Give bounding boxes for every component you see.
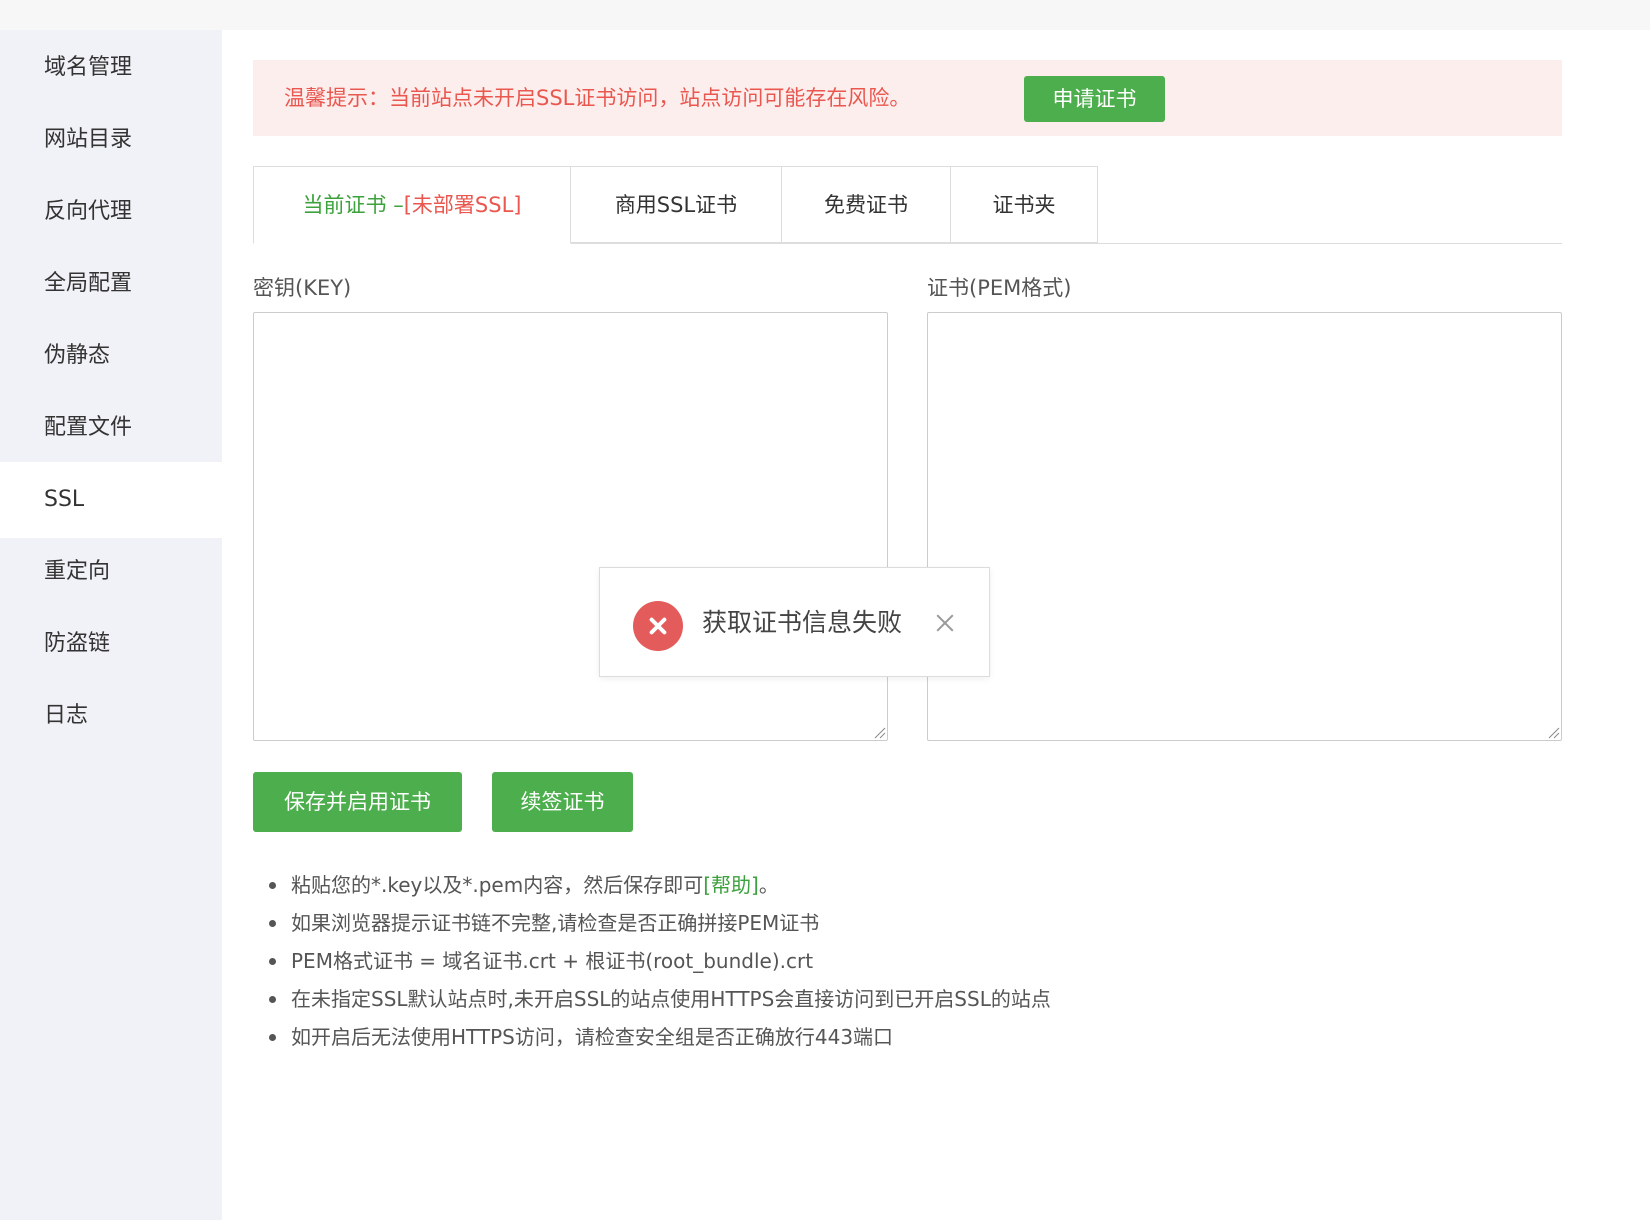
tab-current-certificate[interactable]: 当前证书 –[未部署SSL] [253, 166, 571, 244]
sidebar-item-config-file[interactable]: 配置文件 [0, 390, 222, 466]
help-link[interactable]: [帮助] [703, 873, 759, 897]
sidebar: 域名管理 网站目录 反向代理 全局配置 伪静态 配置文件 SSL 重定向 防盗链… [0, 30, 222, 1220]
sidebar-item-ssl[interactable]: SSL [0, 462, 222, 538]
key-label: 密钥(KEY) [253, 276, 352, 300]
close-icon[interactable] [934, 612, 956, 634]
tip-text: 粘贴您的*.key以及*.pem内容，然后保存即可 [291, 873, 704, 897]
resize-grip-icon[interactable] [1548, 727, 1560, 739]
tab-status: [未部署SSL] [403, 193, 522, 217]
tab-commercial-ssl[interactable]: 商用SSL证书 [570, 166, 782, 243]
list-item: 如开启后无法使用HTTPS访问，请检查安全组是否正确放行443端口 [269, 1018, 1051, 1056]
sidebar-item-rewrite[interactable]: 伪静态 [0, 318, 222, 394]
tab-label: 当前证书 – [302, 193, 404, 217]
error-circle-icon [633, 601, 683, 651]
top-header-strip [0, 0, 1650, 30]
sidebar-item-global-config[interactable]: 全局配置 [0, 246, 222, 322]
tab-certificate-folder[interactable]: 证书夹 [950, 166, 1098, 243]
ssl-warning-alert: 温馨提示：当前站点未开启SSL证书访问，站点访问可能存在风险。 申请证书 [253, 60, 1562, 136]
cert-textarea[interactable] [927, 312, 1562, 741]
sidebar-item-redirect[interactable]: 重定向 [0, 534, 222, 610]
cert-label: 证书(PEM格式) [927, 276, 1072, 300]
resize-grip-icon[interactable] [874, 727, 886, 739]
list-item: 粘贴您的*.key以及*.pem内容，然后保存即可[帮助]。 [269, 866, 1051, 904]
sidebar-item-site-dir[interactable]: 网站目录 [0, 102, 222, 178]
tab-free-certificate[interactable]: 免费证书 [781, 166, 951, 243]
sidebar-item-logs[interactable]: 日志 [0, 678, 222, 754]
tip-suffix: 。 [758, 873, 779, 897]
sidebar-item-reverse-proxy[interactable]: 反向代理 [0, 174, 222, 250]
list-item: PEM格式证书 = 域名证书.crt + 根证书(root_bundle).cr… [269, 942, 1051, 980]
alert-text: 温馨提示：当前站点未开启SSL证书访问，站点访问可能存在风险。 [284, 86, 911, 110]
apply-certificate-button[interactable]: 申请证书 [1024, 76, 1165, 122]
ssl-tabs: 当前证书 –[未部署SSL] 商用SSL证书 免费证书 证书夹 [253, 166, 1562, 244]
renew-certificate-button[interactable]: 续签证书 [492, 772, 633, 832]
toast-message: 获取证书信息失败 [702, 608, 903, 637]
error-toast: 获取证书信息失败 [599, 567, 990, 677]
list-item: 在未指定SSL默认站点时,未开启SSL的站点使用HTTPS会直接访问到已开启SS… [269, 980, 1051, 1018]
ssl-tips-list: 粘贴您的*.key以及*.pem内容，然后保存即可[帮助]。 如果浏览器提示证书… [269, 866, 1051, 1056]
sidebar-item-domain[interactable]: 域名管理 [0, 30, 222, 106]
list-item: 如果浏览器提示证书链不完整,请检查是否正确拼接PEM证书 [269, 904, 1051, 942]
sidebar-item-hotlink[interactable]: 防盗链 [0, 606, 222, 682]
save-enable-certificate-button[interactable]: 保存并启用证书 [253, 772, 462, 832]
